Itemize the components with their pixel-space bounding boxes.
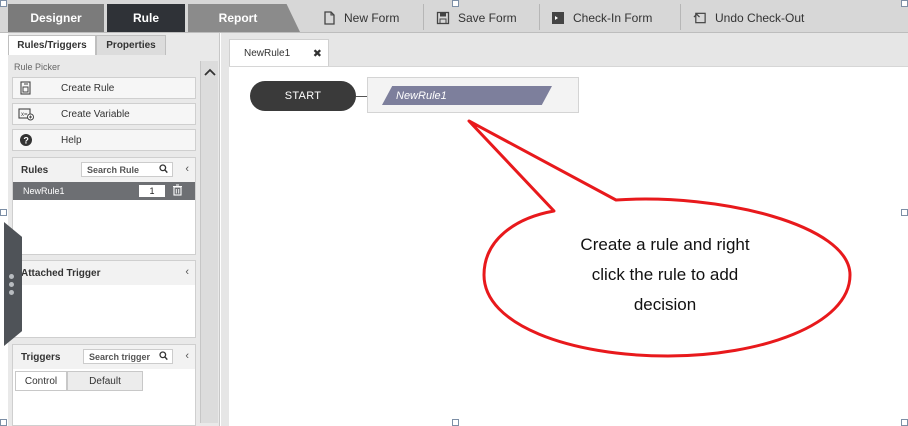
resize-handle[interactable] — [0, 419, 7, 426]
resize-handle[interactable] — [452, 0, 459, 7]
app-window: Designer Rule Report New Form Save Form … — [0, 0, 908, 426]
resize-handle[interactable] — [901, 209, 908, 216]
resize-handle[interactable] — [0, 209, 7, 216]
callout-line: decision — [633, 295, 697, 314]
resize-handle[interactable] — [901, 419, 908, 426]
callout-text: Create a rule and right click the rule t… — [534, 230, 796, 320]
resize-handle[interactable] — [452, 419, 459, 426]
resize-handle[interactable] — [901, 0, 908, 7]
callout-line: click the rule to add — [591, 265, 739, 284]
callout-line: Create a rule and right — [580, 235, 750, 254]
callout-bubble — [467, 119, 852, 358]
resize-handle[interactable] — [0, 0, 7, 7]
